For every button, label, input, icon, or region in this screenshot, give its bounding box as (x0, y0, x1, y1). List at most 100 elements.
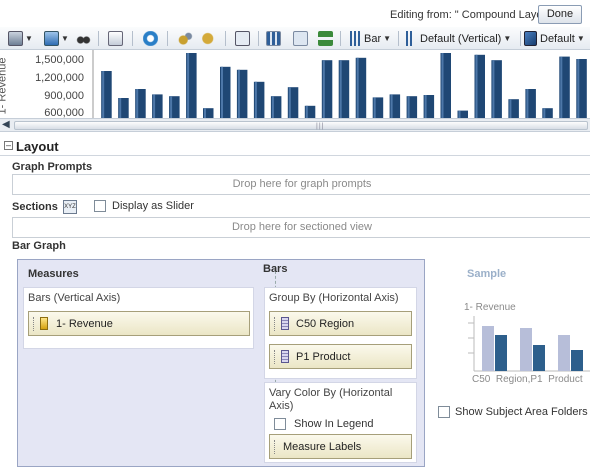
bars-vertical-axis-label: Bars (Vertical Axis) (28, 292, 121, 304)
bar-highlight (119, 98, 122, 118)
bar-highlight (102, 71, 105, 118)
sample-bar (520, 328, 532, 371)
bar-highlight (153, 94, 156, 118)
bar-chart-toggle[interactable] (266, 30, 281, 47)
calculator-button[interactable] (235, 30, 250, 47)
properties-icon (108, 31, 123, 46)
graph-prompts-dropzone[interactable]: Drop here for graph prompts (12, 174, 590, 195)
scroll-left-icon[interactable]: ◀ (2, 119, 10, 130)
measure-item-revenue[interactable]: 1- Revenue (28, 311, 250, 336)
graph-prompts-label: Graph Prompts (12, 161, 93, 173)
bar-highlight (492, 60, 495, 118)
vary-color-box[interactable]: Vary Color By (Horizontal Axis) Show In … (264, 382, 417, 463)
show-subject-area-folders-checkbox[interactable] (438, 406, 450, 418)
bar-highlight (204, 108, 206, 118)
measure-item-label: 1- Revenue (56, 317, 113, 330)
bar-highlight (577, 59, 580, 118)
chevron-down-icon: ▼ (576, 34, 585, 43)
vary-color-label: Vary Color By (Horizontal Axis) (269, 387, 393, 412)
bar-highlight (441, 53, 444, 118)
binoculars-icon (76, 31, 91, 46)
sample-bar (482, 326, 494, 371)
toolbar-separator (258, 31, 259, 46)
drag-handle-icon[interactable] (274, 439, 277, 454)
bar-highlight (237, 69, 240, 118)
drag-handle-icon[interactable] (33, 316, 36, 331)
display-as-slider-option[interactable]: Display as Slider (94, 200, 194, 212)
drag-handle-icon[interactable] (274, 349, 277, 364)
display-as-slider-checkbox[interactable] (94, 200, 106, 212)
style-icon (524, 31, 537, 46)
show-in-legend-checkbox[interactable] (274, 418, 286, 430)
bar-highlight (356, 57, 359, 118)
bars-vertical-axis-box[interactable]: Bars (Vertical Axis) 1- Revenue (23, 287, 254, 349)
grip-icon: ||| (316, 123, 325, 130)
orientation-label: Default (Vertical) (420, 32, 502, 45)
sample-category-label: C50 Region,P1 Product (472, 374, 583, 385)
refresh-button[interactable] (143, 30, 158, 47)
show-in-legend-option[interactable]: Show In Legend (274, 418, 374, 430)
print-icon (8, 31, 23, 46)
bar-highlight (271, 96, 274, 118)
measure-labels-item[interactable]: Measure Labels (269, 434, 412, 459)
gears-icon (178, 31, 193, 46)
layout-title: Layout (16, 139, 59, 154)
export-button[interactable]: ▼ (44, 30, 69, 47)
bar-highlight (526, 89, 529, 118)
preview-button[interactable] (76, 30, 91, 47)
bar-chart-plot (92, 50, 587, 118)
print-button[interactable]: ▼ (8, 30, 33, 47)
group-by-box[interactable]: Group By (Horizontal Axis) C50 Region P1… (264, 287, 417, 379)
attribute-column-icon (281, 350, 289, 363)
sample-bar (495, 335, 507, 371)
sample-bar (533, 345, 545, 371)
group-by-label: Group By (Horizontal Axis) (269, 292, 399, 304)
toolbar-separator (225, 31, 226, 46)
horizontal-scrollbar[interactable]: ◀ ||| (0, 118, 590, 132)
sample-bar (558, 335, 570, 371)
done-button[interactable]: Done (538, 5, 582, 24)
sections-dropzone[interactable]: Drop here for sectioned view (12, 217, 590, 238)
chevron-down-icon: ▼ (61, 34, 69, 43)
sort-button[interactable] (318, 30, 333, 47)
measures-title: Measures (28, 268, 79, 280)
toolbar-separator (340, 31, 341, 46)
show-in-legend-label: Show In Legend (294, 418, 374, 430)
export-icon (44, 31, 59, 46)
group-item-region[interactable]: C50 Region (269, 311, 412, 336)
sample-title: Sample (467, 268, 507, 280)
sections-label: Sections (12, 201, 58, 213)
bar-chart-icon (348, 31, 361, 46)
bars-title: Bars (263, 263, 288, 275)
sort-icon (318, 31, 333, 46)
bar-graph-label: Bar Graph (12, 240, 66, 252)
measure-column-icon (40, 317, 48, 330)
bar-highlight (560, 56, 563, 118)
bar-highlight (170, 96, 173, 118)
style-dropdown[interactable]: Default ▼ (524, 30, 585, 47)
group-item-label: C50 Region (296, 317, 355, 330)
bar-highlight (475, 54, 478, 118)
scrollbar-thumb[interactable]: ||| (14, 121, 588, 130)
group-item-label: P1 Product (296, 350, 351, 363)
bar-highlight (373, 97, 376, 118)
sections-calculator-icon[interactable]: XYZ (63, 200, 77, 214)
settings-icon (201, 31, 216, 46)
calculator-icon (235, 31, 250, 46)
collapse-icon[interactable]: – (4, 141, 13, 150)
bar-highlight (221, 66, 223, 118)
line-chart-toggle[interactable] (293, 30, 308, 47)
bar-highlight (424, 95, 427, 118)
show-subject-area-folders-option[interactable]: Show Subject Area Folders (438, 406, 588, 418)
settings-button[interactable] (201, 30, 216, 47)
format-button[interactable] (178, 30, 193, 47)
properties-button[interactable] (108, 30, 123, 47)
group-item-product[interactable]: P1 Product (269, 344, 412, 369)
orientation-dropdown[interactable]: Default (Vertical) ▼ (404, 30, 511, 47)
chart-type-dropdown[interactable]: Bar ▼ (348, 30, 391, 47)
drag-handle-icon[interactable] (274, 316, 277, 331)
layout-section-header[interactable]: – Layout (0, 138, 590, 156)
chevron-down-icon: ▼ (503, 34, 512, 43)
bar-highlight (305, 105, 308, 118)
show-subject-area-folders-label: Show Subject Area Folders (455, 406, 588, 418)
